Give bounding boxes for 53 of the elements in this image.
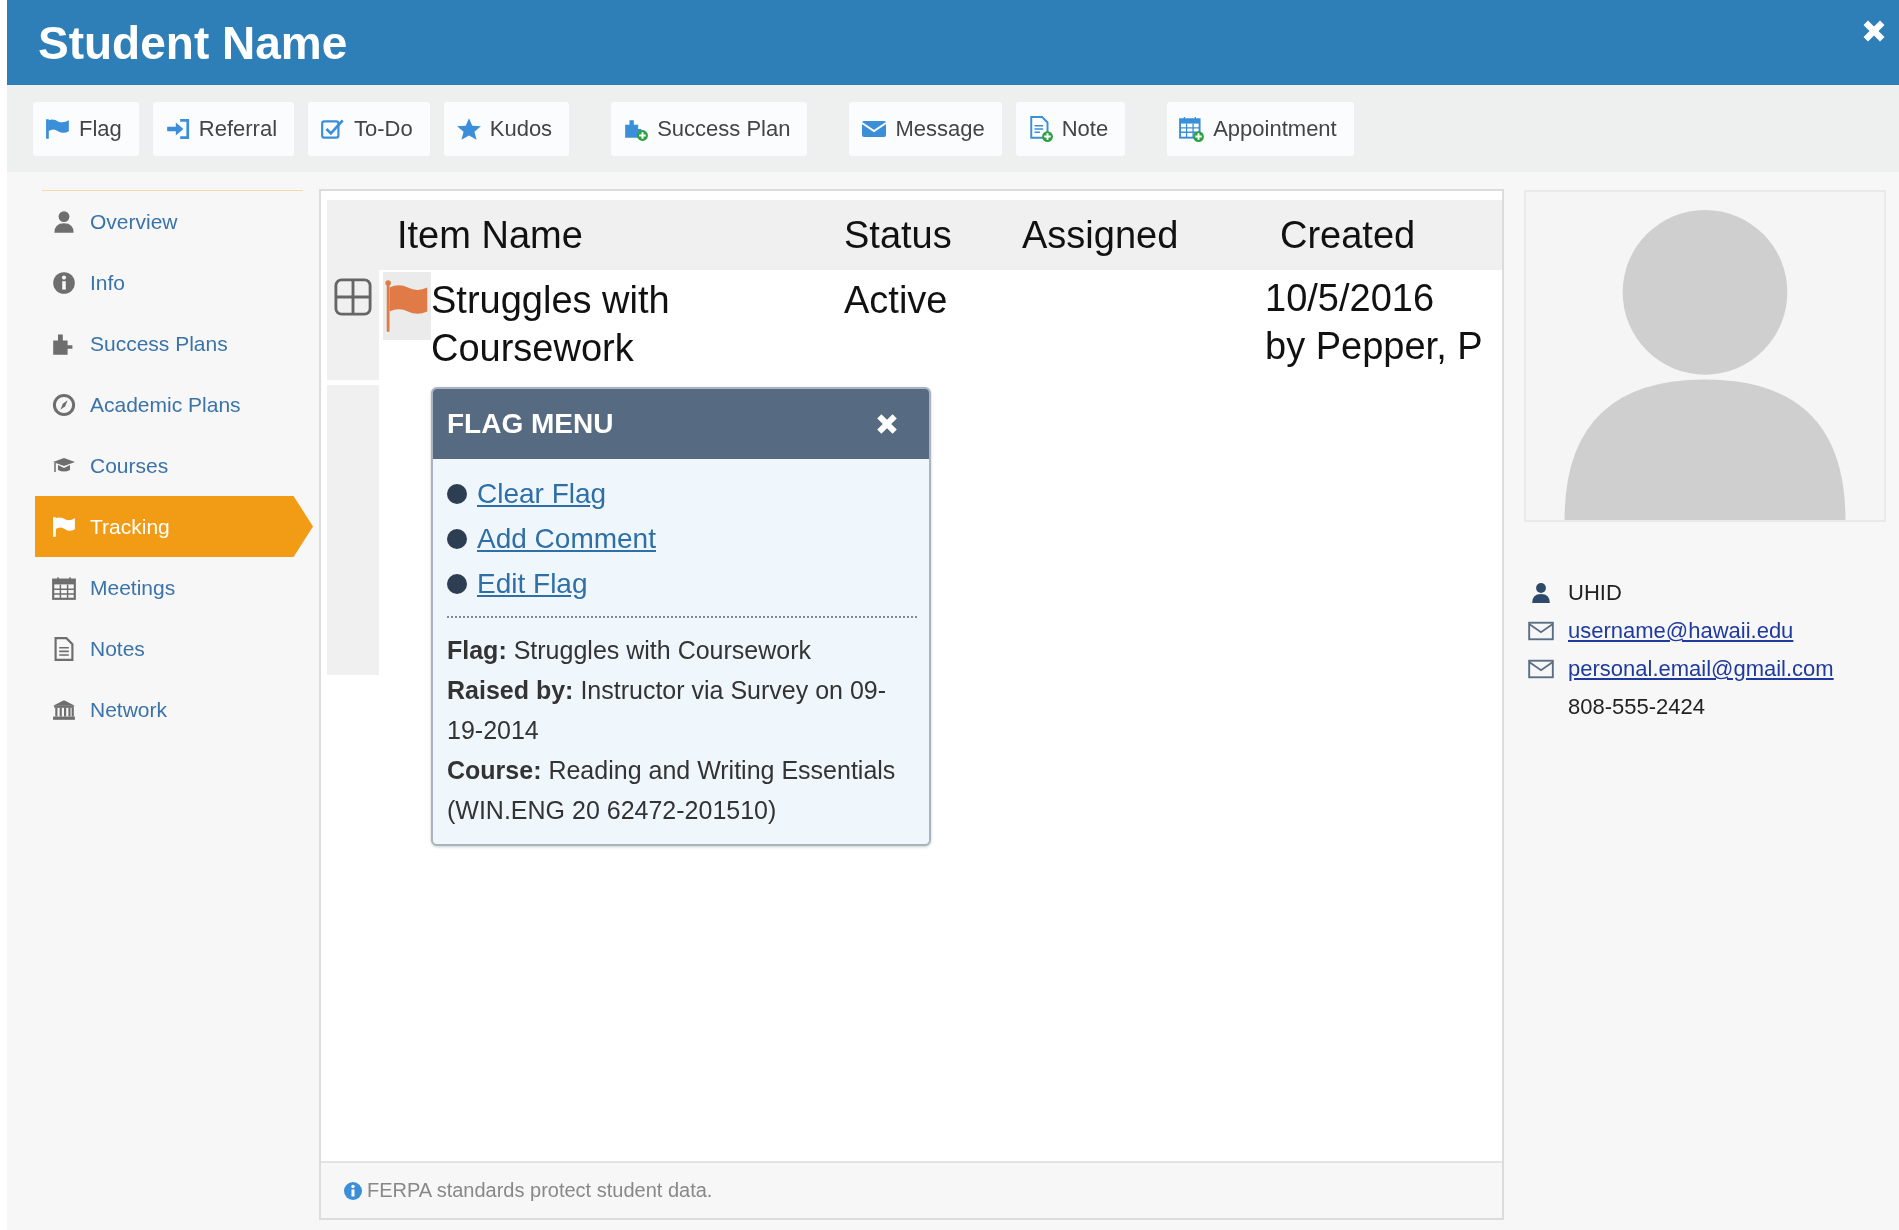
person-icon — [52, 209, 76, 234]
table-cell-text: Struggles with Coursework — [431, 278, 671, 371]
column-header: Status — [844, 213, 953, 257]
sidebar-item[interactable]: Notes — [35, 618, 313, 679]
phone-number: 808-555-2424 — [1568, 694, 1705, 720]
flag-detail: Course: Reading and Writing Essentials (WIN.ENG 20 62472-201510) — [447, 755, 897, 826]
table-cell-text: Active — [844, 278, 949, 323]
document-plus-icon — [1027, 115, 1054, 142]
toolbar-button[interactable]: Kudos — [443, 101, 570, 156]
sidebar-item[interactable]: Network — [35, 679, 313, 740]
table-cell-text: 10/5/2016 — [1265, 276, 1436, 321]
envelope-icon — [1528, 658, 1554, 680]
menu-link[interactable]: Add Comment — [477, 522, 656, 555]
menu-link[interactable]: Clear Flag — [477, 477, 607, 510]
calendar-plus-icon — [1179, 115, 1206, 142]
envelope-icon — [1528, 620, 1554, 642]
sidebar-item[interactable]: Academic Plans — [35, 374, 313, 435]
column-header: Item Name — [397, 213, 584, 257]
column-header: Assigned — [1022, 213, 1180, 257]
toolbar-button[interactable]: Referral — [152, 101, 295, 156]
toolbar-button[interactable]: Note — [1015, 101, 1126, 156]
toolbar-button[interactable]: Message — [849, 101, 1002, 156]
column-header: Created — [1280, 213, 1416, 257]
menu-link[interactable]: Edit Flag — [477, 567, 588, 600]
bullet-icon — [447, 483, 467, 504]
bank-icon — [52, 697, 76, 722]
bullet-icon — [447, 528, 467, 549]
calendar-icon — [52, 575, 76, 600]
toolbar-button[interactable]: Appointment — [1167, 101, 1354, 156]
flag-detail: Flag: Struggles with Coursework — [447, 635, 812, 666]
document-icon — [52, 636, 76, 661]
email-link[interactable]: username@hawaii.edu — [1568, 618, 1794, 644]
info-icon — [52, 270, 76, 295]
info-icon — [343, 1180, 363, 1201]
popup-title: FLAG MENU — [447, 408, 614, 440]
email-link[interactable]: personal.email@gmail.com — [1568, 656, 1834, 682]
sidebar-item[interactable]: Info — [35, 252, 313, 313]
sidebar-item[interactable]: Courses — [35, 435, 313, 496]
bullet-icon — [447, 573, 467, 594]
compass-icon — [52, 392, 76, 417]
sidebar-item[interactable]: Meetings — [35, 557, 313, 618]
footer-note: FERPA standards protect student data. — [367, 1179, 713, 1202]
student-id: UHID — [1568, 580, 1622, 606]
window-title: Student Name — [38, 15, 348, 70]
flag-icon — [52, 514, 76, 539]
flag-detail: Raised by: Instructor via Survey on 09-19-2014 — [447, 675, 888, 746]
sidebar-item[interactable]: Success Plans — [35, 313, 313, 374]
toolbar-button[interactable]: Flag — [33, 101, 139, 156]
expand-icon[interactable] — [334, 278, 372, 316]
toolbar-button[interactable]: To-Do — [308, 101, 430, 156]
toolbar-button[interactable]: Success Plan — [611, 101, 808, 156]
sidebar-item[interactable]: Overview — [35, 191, 313, 252]
table-cell-text: by Pepper, P — [1265, 324, 1483, 369]
